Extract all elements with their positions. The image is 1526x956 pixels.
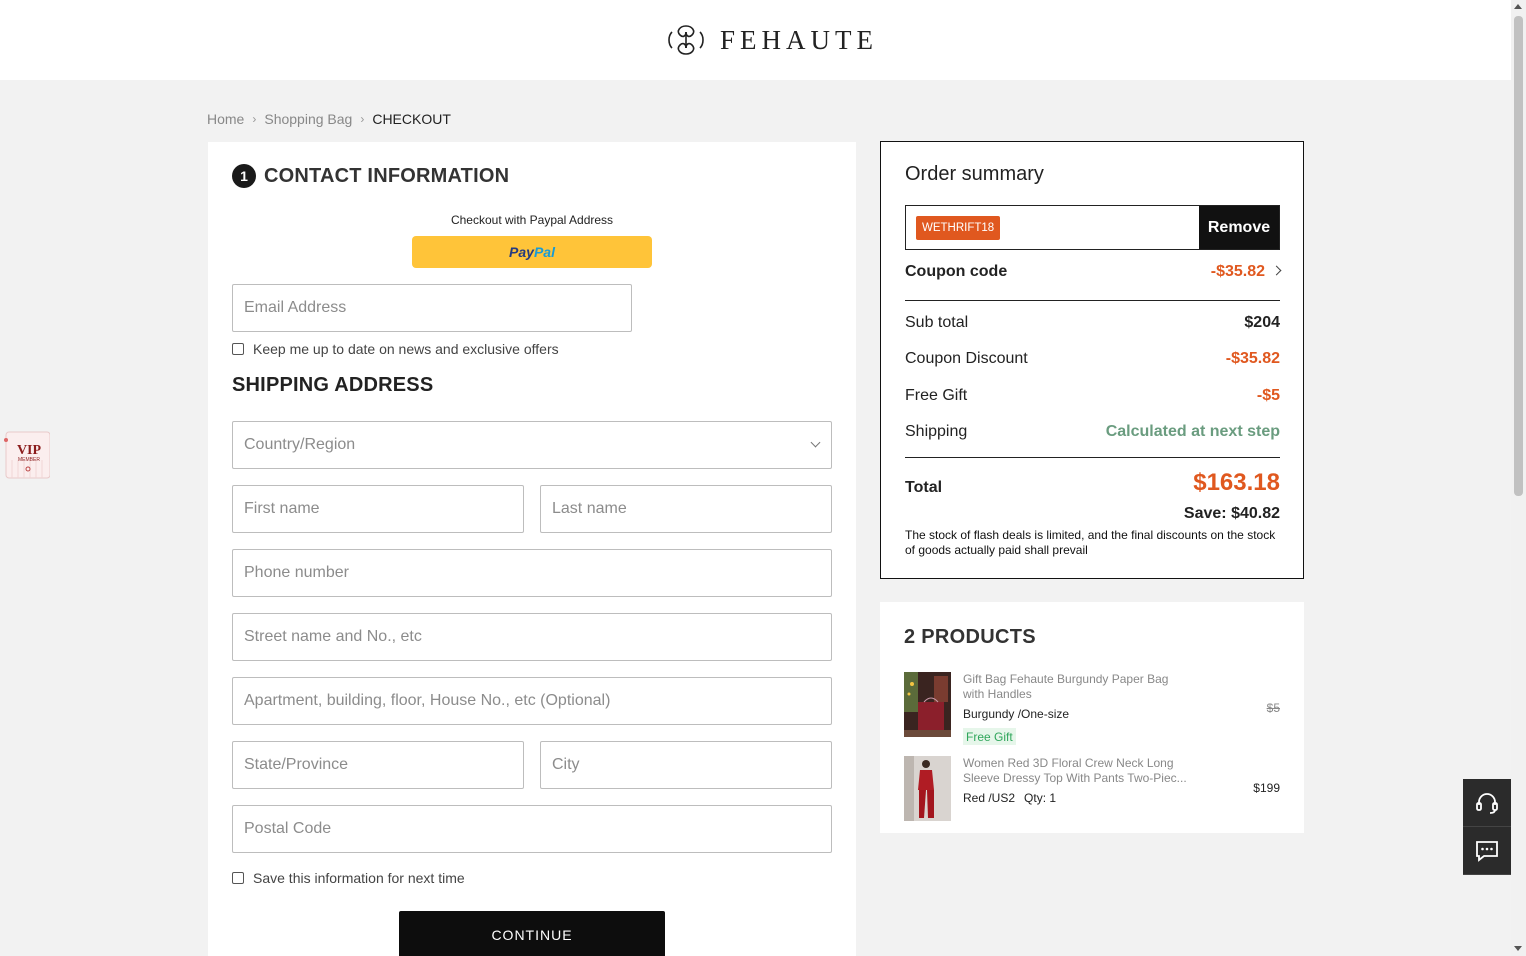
save-info-label: Save this information for next time [253,870,465,886]
total-value: $163.18 [1193,469,1280,496]
summary-divider [905,300,1280,301]
products-panel: 2 PRODUCTS Gift Bag Fehaute Burgundy Pap… [880,602,1304,833]
paypal-button[interactable]: Pay Pal [412,236,652,268]
coupon-discount-row: Coupon Discount -$35.82 [905,350,1280,368]
city-field[interactable]: City [540,741,832,789]
product-item[interactable]: Women Red 3D Floral Crew Neck Long Sleev… [904,756,1280,822]
products-title: 2 PRODUCTS [904,626,1036,648]
product-thumbnail[interactable] [904,756,951,821]
breadcrumb-home-link[interactable]: Home [207,111,244,127]
product-item[interactable]: Gift Bag Fehaute Burgundy Paper Bag with… [904,672,1280,746]
breadcrumb-current: CHECKOUT [372,111,451,127]
country-select[interactable]: Country/Region [232,421,832,469]
shipping-section-title: SHIPPING ADDRESS [232,374,434,396]
save-amount: Save: $40.82 [1183,505,1280,522]
page-scrollbar[interactable] [1511,0,1526,956]
summary-divider [905,457,1280,458]
product-name[interactable]: Women Red 3D Floral Crew Neck Long Sleev… [963,756,1193,786]
product-variant-text: Red /US2 [963,791,1016,805]
country-select-value: Country/Region [244,436,356,453]
brand-logo-mark-icon [668,25,704,55]
first-name-field[interactable]: First name [232,485,524,533]
scroll-down-arrow-icon[interactable] [1514,946,1522,951]
free-gift-badge: Free Gift [963,728,1016,745]
product-name[interactable]: Gift Bag Fehaute Burgundy Paper Bag with… [963,672,1193,702]
total-row: Total $163.18 [905,467,1280,497]
scroll-up-arrow-icon[interactable] [1514,4,1522,9]
paypal-logo-pay: Pay [509,244,534,260]
paypal-checkout-label: Checkout with Paypal Address [450,213,614,227]
brand-name: FEHAUTE [720,24,878,55]
coupon-discount-value: -$35.82 [1225,350,1280,367]
shipping-row: Shipping Calculated at next step [905,423,1280,441]
svg-text:VIP: VIP [17,443,42,458]
coupon-tag: WETHRIFT18 [916,216,1001,240]
product-variant: Red /US2 Qty: 1 [963,791,1056,805]
order-summary-title: Order summary [905,163,1044,185]
chevron-down-icon [810,437,821,448]
total-label: Total [905,479,943,496]
save-info-option: Save this information for next time [232,870,465,886]
flash-deal-note: The stock of flash deals is limited, and… [905,528,1276,557]
vip-member-badge[interactable]: VIP MEMBER [2,430,50,480]
subtotal-label: Sub total [905,314,969,331]
newsletter-label: Keep me up to date on news and exclusive… [253,341,559,357]
step-number-badge: 1 [232,164,256,188]
contact-section-header: 1 CONTACT INFORMATION [232,164,509,188]
remove-coupon-button[interactable]: Remove [1199,206,1279,249]
headset-icon [1476,792,1498,814]
coupon-discount-label: Coupon Discount [905,350,1028,367]
continue-button[interactable]: CONTINUE [399,911,665,956]
customer-service-button[interactable] [1463,779,1511,827]
state-field[interactable]: State/Province [232,741,524,789]
floating-support-widgets [1463,779,1511,875]
paypal-logo-pal: Pal [533,244,555,260]
chevron-right-icon: › [252,112,257,126]
svg-text:MEMBER: MEMBER [18,457,40,463]
coupon-code-label: Coupon code [905,263,1008,280]
subtotal-value: $204 [1244,314,1280,331]
free-gift-row: Free Gift -$5 [905,387,1280,405]
product-quantity: Qty: 1 [1024,791,1057,805]
free-gift-label: Free Gift [905,387,968,404]
site-header: FEHAUTE [0,0,1511,80]
product-price: $199 [1253,781,1280,795]
scrollbar-thumb[interactable] [1514,16,1523,496]
newsletter-option: Keep me up to date on news and exclusive… [232,341,559,357]
coupon-code-row[interactable]: Coupon code -$35.82 [905,263,1282,281]
checkout-form-panel: 1 CONTACT INFORMATION Checkout with Payp… [208,142,856,956]
newsletter-checkbox[interactable] [232,343,244,355]
product-price: $5 [1266,701,1280,715]
email-field[interactable]: Email Address [232,284,632,332]
chevron-right-icon: › [360,112,365,126]
subtotal-row: Sub total $204 [905,314,1280,332]
chat-bubble-icon [1476,840,1498,862]
chat-button[interactable] [1463,827,1511,875]
breadcrumb-bag-link[interactable]: Shopping Bag [264,111,352,127]
shipping-label: Shipping [905,423,968,440]
brand-logo[interactable]: FEHAUTE [666,22,878,58]
chevron-right-icon [1271,265,1282,276]
coupon-code-value: -$35.82 [1210,263,1265,280]
last-name-field[interactable]: Last name [540,485,832,533]
phone-field[interactable]: Phone number [232,549,832,597]
free-gift-value: -$5 [1256,387,1280,404]
postal-code-field[interactable]: Postal Code [232,805,832,853]
contact-section-title: CONTACT INFORMATION [264,164,510,187]
apartment-field[interactable]: Apartment, building, floor, House No., e… [232,677,832,725]
order-summary-panel: Order summary WETHRIFT18 Remove Coupon c… [880,141,1304,579]
product-thumbnail[interactable] [904,672,951,737]
breadcrumb: Home › Shopping Bag › CHECKOUT [207,111,451,127]
product-variant: Burgundy /One-size [963,707,1070,721]
applied-coupon-box: WETHRIFT18 Remove [905,205,1280,250]
street-field[interactable]: Street name and No., etc [232,613,832,661]
shipping-value: Calculated at next step [1105,423,1280,440]
save-row: Save: $40.82 [905,505,1280,523]
save-info-checkbox[interactable] [232,872,244,884]
